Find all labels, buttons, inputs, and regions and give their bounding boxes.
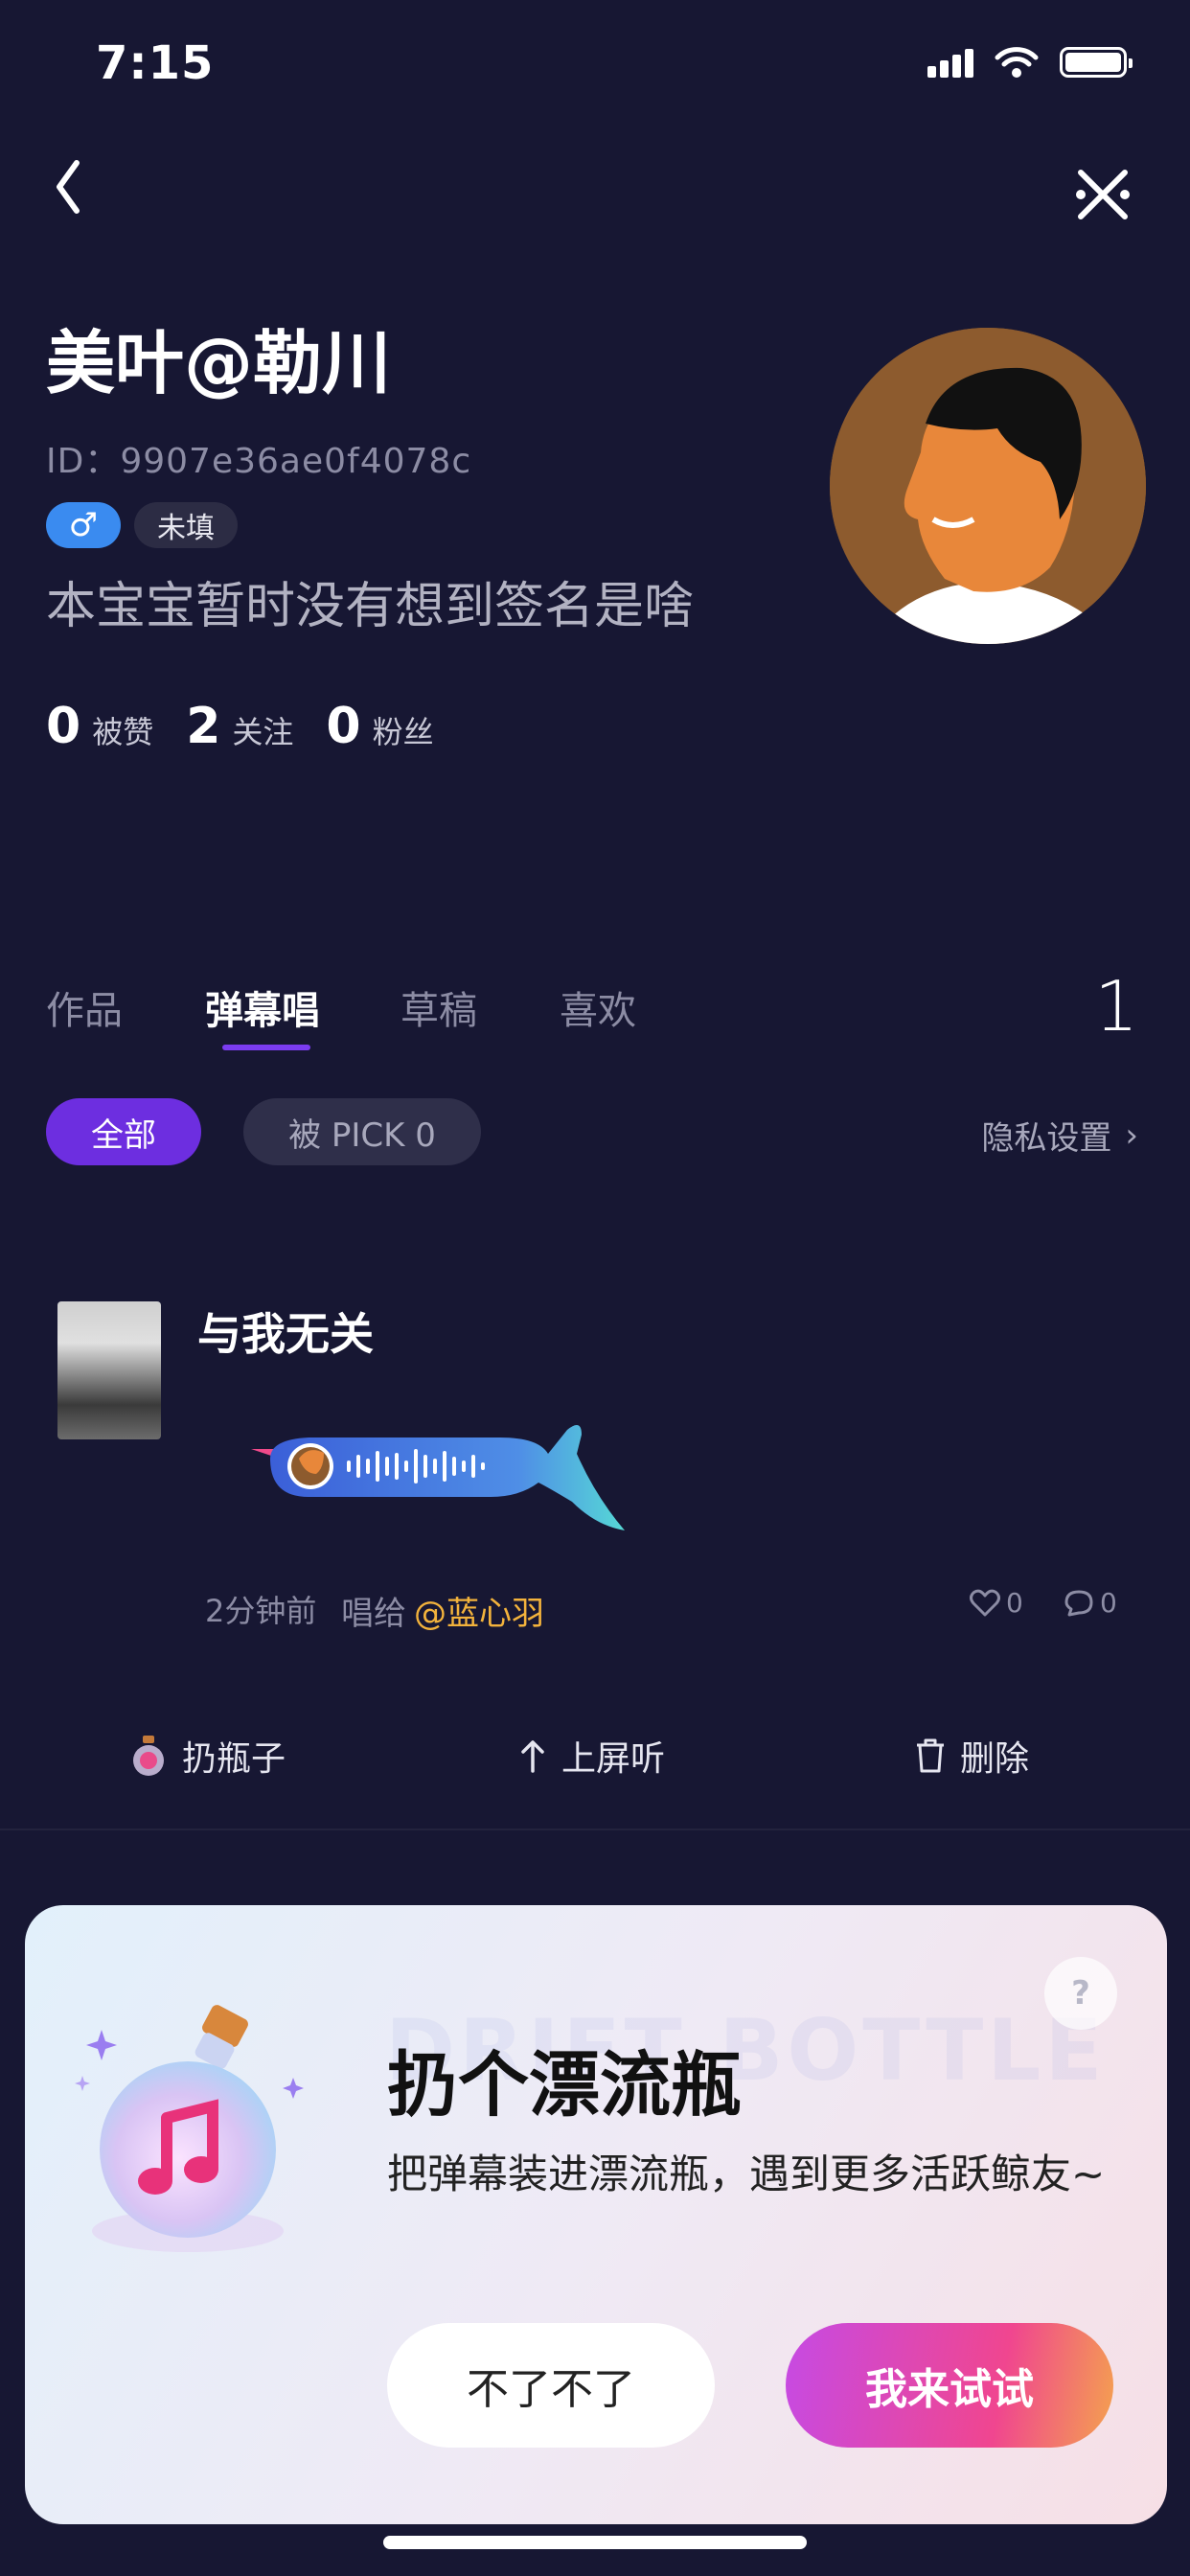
tab-count: 1 [1094,966,1138,1046]
tab-danmaku-sing[interactable]: 弹幕唱 [205,979,320,1035]
dialog-description: 把弹幕装进漂流瓶，遇到更多活跃鲸友~ [387,2150,1106,2197]
heart-icon [970,1589,1000,1616]
drift-bottle-illustration [75,2005,304,2252]
delete-label: 删除 [960,1739,1030,1779]
privacy-settings-link[interactable]: 隐私设置 › [981,1112,1138,1159]
play-on-screen-label: 上屏听 [561,1739,666,1779]
throw-bottle-label: 扔瓶子 [182,1739,286,1779]
drift-bottle-dialog: DRIFT BOTTLE ? 扔个漂流瓶 把弹幕装进漂流瓶，遇到更多活跃鲸友~ … [25,1905,1167,2524]
item-time: 2分钟前 [205,1593,317,1629]
stat-followers[interactable]: 0 粉丝 [326,698,433,755]
filter-all-button[interactable]: 全部 [46,1098,201,1165]
back-button[interactable] [44,153,92,220]
item-sang-to-label: 唱给 [341,1595,406,1633]
comment-icon [1064,1590,1093,1616]
comment-count: 0 [1100,1587,1117,1619]
profile-signature: 本宝宝暂时没有想到签名是啥 [46,578,695,635]
tab-works[interactable]: 作品 [46,979,123,1035]
like-button[interactable]: 0 [970,1587,1023,1619]
wifi-icon [995,47,1039,78]
song-cover[interactable] [57,1301,161,1439]
status-time: 7:15 [96,36,215,90]
stat-likes[interactable]: 0 被赞 [46,698,153,755]
stat-followers-label: 粉丝 [372,714,434,750]
home-indicator[interactable] [383,2536,807,2549]
chevron-right-icon: › [1125,1116,1138,1155]
dialog-title: 扔个漂流瓶 [387,2044,742,2127]
comment-button[interactable]: 0 [1064,1587,1117,1619]
unfilled-badge[interactable]: 未填 [134,502,238,548]
help-button[interactable]: ? [1044,1957,1117,2030]
filter-pick-button[interactable]: 被 PICK 0 [243,1098,481,1165]
voice-whale-player[interactable] [251,1411,634,1545]
stat-likes-label: 被赞 [92,714,154,750]
gender-badge: ♂ [46,502,121,548]
tab-likes[interactable]: 喜欢 [560,979,636,1035]
decline-button[interactable]: 不了不了 [387,2323,715,2448]
song-title[interactable]: 与我无关 [197,1300,374,1363]
profile-name: 美叶@勒川 [46,323,392,403]
avatar[interactable] [830,328,1146,644]
trash-icon [917,1738,944,1773]
close-icon[interactable] [1071,163,1134,226]
like-count: 0 [1006,1587,1023,1619]
signal-icon [927,47,973,78]
arrow-up-icon [521,1740,544,1773]
divider [0,1828,1190,1830]
profile-id: ID：9907e36ae0f4078c [46,442,472,481]
stat-followers-value: 0 [326,698,361,755]
stat-likes-value: 0 [46,698,81,755]
item-mention-link[interactable]: @蓝心羽 [414,1587,544,1634]
profile-stats: 0 被赞 2 关注 0 粉丝 [46,698,467,755]
stat-following[interactable]: 2 关注 [186,698,293,755]
battery-icon [1060,47,1133,78]
stat-following-value: 2 [186,698,221,755]
play-on-screen-button[interactable]: 上屏听 [517,1731,665,1781]
delete-button[interactable]: 删除 [914,1731,1029,1781]
bottle-icon [133,1736,164,1776]
privacy-settings-label: 隐私设置 [981,1119,1112,1158]
tab-drafts[interactable]: 草稿 [400,979,477,1035]
accept-button[interactable]: 我来试试 [786,2323,1113,2448]
tab-active-indicator [222,1045,310,1050]
throw-bottle-button[interactable]: 扔瓶子 [128,1731,286,1781]
status-icons [927,46,1133,79]
stat-following-label: 关注 [232,714,294,750]
